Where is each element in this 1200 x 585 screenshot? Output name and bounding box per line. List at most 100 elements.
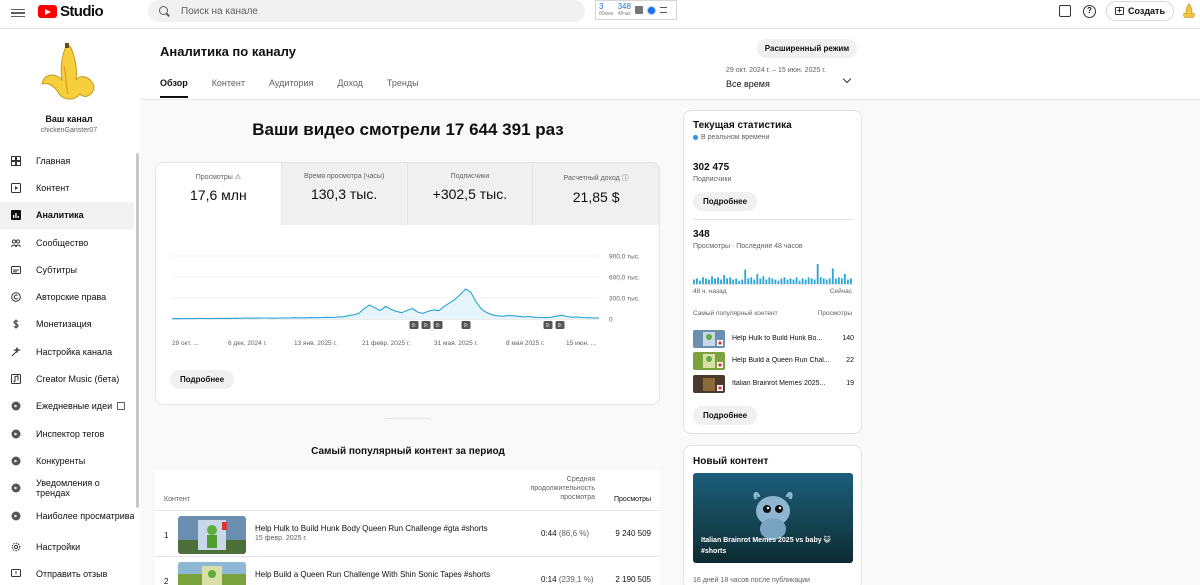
realtime-popular-more-button[interactable]: Подробнее [693,406,758,425]
account-avatar[interactable] [1180,2,1198,20]
sidebar-item-feedback[interactable]: Отправить отзыв [0,560,134,585]
table-row[interactable]: 2 Help Build a Queen Run Challenge With … [155,556,660,585]
advanced-mode-button[interactable]: Расширенный режим [757,39,857,58]
feedback-icon[interactable] [1058,5,1071,17]
spark-bar [783,277,786,284]
spark-bar [750,277,753,284]
popular-title: Help Build a Queen Run Chal... [732,357,830,364]
col-content-header: Контент [164,496,190,503]
top-content-title: Самый популярный контент за период [311,446,505,457]
spark-bar [834,278,837,284]
sidebar-item-label: Инспектор тегов [36,428,105,439]
video-title[interactable]: Help Build a Queen Run Challenge With Sh… [255,570,490,579]
video-thumbnail [693,352,725,370]
video-title[interactable]: Help Hulk to Build Hunk Body Queen Run C… [255,524,488,533]
sidebar-item-trends[interactable]: Уведомления о трендах [0,475,134,502]
spark-bar [795,277,798,284]
dashboard-icon [11,155,21,166]
sidebar-item-competitors[interactable]: Конкуренты [0,447,134,474]
gear-icon [11,542,21,551]
sidebar-item-customize[interactable]: Настройка канала [0,338,134,365]
popular-content-label: Самый популярный контент [693,310,778,317]
popular-title: Help Hulk to Build Hunk Bo... [732,335,823,342]
create-label: Создать [1127,6,1165,16]
sidebar-item-settings[interactable]: Настройки [0,533,134,560]
x-tick-label: 6 дек. 2024 г. [228,340,267,347]
popular-views: 19 [846,380,854,387]
date-range-value[interactable]: Все время [726,79,770,89]
dollar-icon [13,319,19,329]
tab-overview[interactable]: Обзор [160,78,188,98]
video-marker[interactable]: 9: [543,321,553,329]
realtime-indicator: В реальном времени [693,134,770,141]
svg-text:9:: 9: [412,323,416,329]
popular-views-label: Просмотры [817,310,852,317]
analytics-content: Ваши видео смотрели 17 644 391 раз Просм… [140,100,1200,585]
metric-views[interactable]: Просмотры ⚠ 17,6 млн [156,163,282,225]
tab-audience[interactable]: Аудитория [269,78,313,98]
metric-value: 17,6 млн [190,187,247,203]
spark-bar [828,278,831,284]
sidebar-item-content[interactable]: Контент [0,174,134,201]
menu-icon[interactable] [10,5,26,21]
ext-square-icon[interactable] [635,6,644,14]
sidebar-scrollbar[interactable] [136,153,139,508]
ext-circle-icon[interactable] [647,5,657,15]
spark-bar [702,277,704,284]
video-marker[interactable]: 9: [461,321,471,329]
realtime-bar-chart[interactable] [693,263,853,285]
sidebar-item-dashboard[interactable]: Главная [0,147,134,174]
metric-subscribers[interactable]: Подписчики +302,5 тыс. [407,163,534,225]
overview-more-button[interactable]: Подробнее [170,370,235,389]
top-content-table: Контент Средняя продолжительность просмо… [155,470,660,585]
sidebar-item-copyright[interactable]: Авторские права [0,283,134,310]
list-item[interactable]: Italian Brainrot Memes 2025... 19 [693,375,854,393]
metric-revenue[interactable]: Расчетный доход ⓘ 21,85 $ [533,163,659,225]
spark-bar [732,279,735,284]
spark-axis-left: 48 ч. назад [693,288,727,295]
channel-avatar[interactable] [36,42,100,106]
x-tick-label: 15 июн. ... [566,340,596,347]
sidebar-item-community[interactable]: Сообщество [0,229,134,256]
video-thumbnail[interactable] [178,562,246,585]
sidebar-item-creator-music[interactable]: Creator Music (бета) [0,365,134,392]
video-thumbnail[interactable] [178,516,246,554]
sidebar-item-subtitles[interactable]: Субтитры [0,256,134,283]
metric-watch-time[interactable]: Время просмотра (часы) 130,3 тыс. [281,163,408,225]
list-item[interactable]: Help Build a Queen Run Chal... 22 [693,352,854,370]
ext-menu-icon[interactable] [660,7,668,13]
create-button[interactable]: + Создать [1105,1,1174,21]
svg-text:9:: 9: [436,323,440,329]
spark-bar [708,279,710,284]
video-marker[interactable]: 9: [555,321,565,329]
search-input[interactable]: Поиск на канале [148,0,585,22]
sidebar-item-ideas[interactable]: Ежедневные идеи [0,393,134,420]
chevron-down-icon[interactable] [842,74,852,84]
spark-bar [846,279,849,284]
tab-revenue[interactable]: Доход [337,78,363,98]
tab-content[interactable]: Контент [212,78,245,98]
spark-bar [747,278,750,284]
realtime-subs-more-button[interactable]: Подробнее [693,192,758,211]
table-row[interactable]: 1 Help Hulk to Build Hunk Body Queen Run… [155,510,660,556]
sidebar-item-most-viewed[interactable]: Наиболее просматриваемые [0,502,134,529]
sidebar-item-label: Наиболее просматриваемые [36,510,134,521]
video-marker[interactable]: 9: [421,321,431,329]
new-content-thumbnail[interactable]: Italian Brainrot Memes 2025 vs baby 😺 #s… [693,473,853,563]
sidebar-item-monetization[interactable]: Монетизация [0,311,134,338]
extension-widget[interactable]: 3 80мин 348 48час [595,0,677,20]
studio-logo[interactable]: Studio [38,3,104,20]
x-tick-label: 8 мая 2025 г. [506,340,545,347]
help-icon[interactable]: ? [1082,4,1096,18]
spark-axis-right: Сейчас [829,288,852,295]
tab-trends[interactable]: Тренды [387,78,419,98]
new-content-card: Новый контент Italian Brainrot Memes 202… [683,445,862,585]
sidebar-item-tags[interactable]: Инспектор тегов [0,420,134,447]
sidebar-item-analytics[interactable]: Аналитика [0,201,134,229]
date-range-label[interactable]: 29 окт. 2024 г. – 15 июн. 2025 г. [726,67,826,74]
views-line-chart[interactable]: 900,0 тыс. 600,0 тыс. 300,0 тыс. 0 9: 9: 9: 9: 9… [164,243,654,358]
video-thumbnail [693,330,725,348]
video-marker[interactable]: 9: [409,321,419,329]
list-item[interactable]: Help Hulk to Build Hunk Bo... 140 [693,330,854,348]
video-marker[interactable]: 9: [433,321,443,329]
